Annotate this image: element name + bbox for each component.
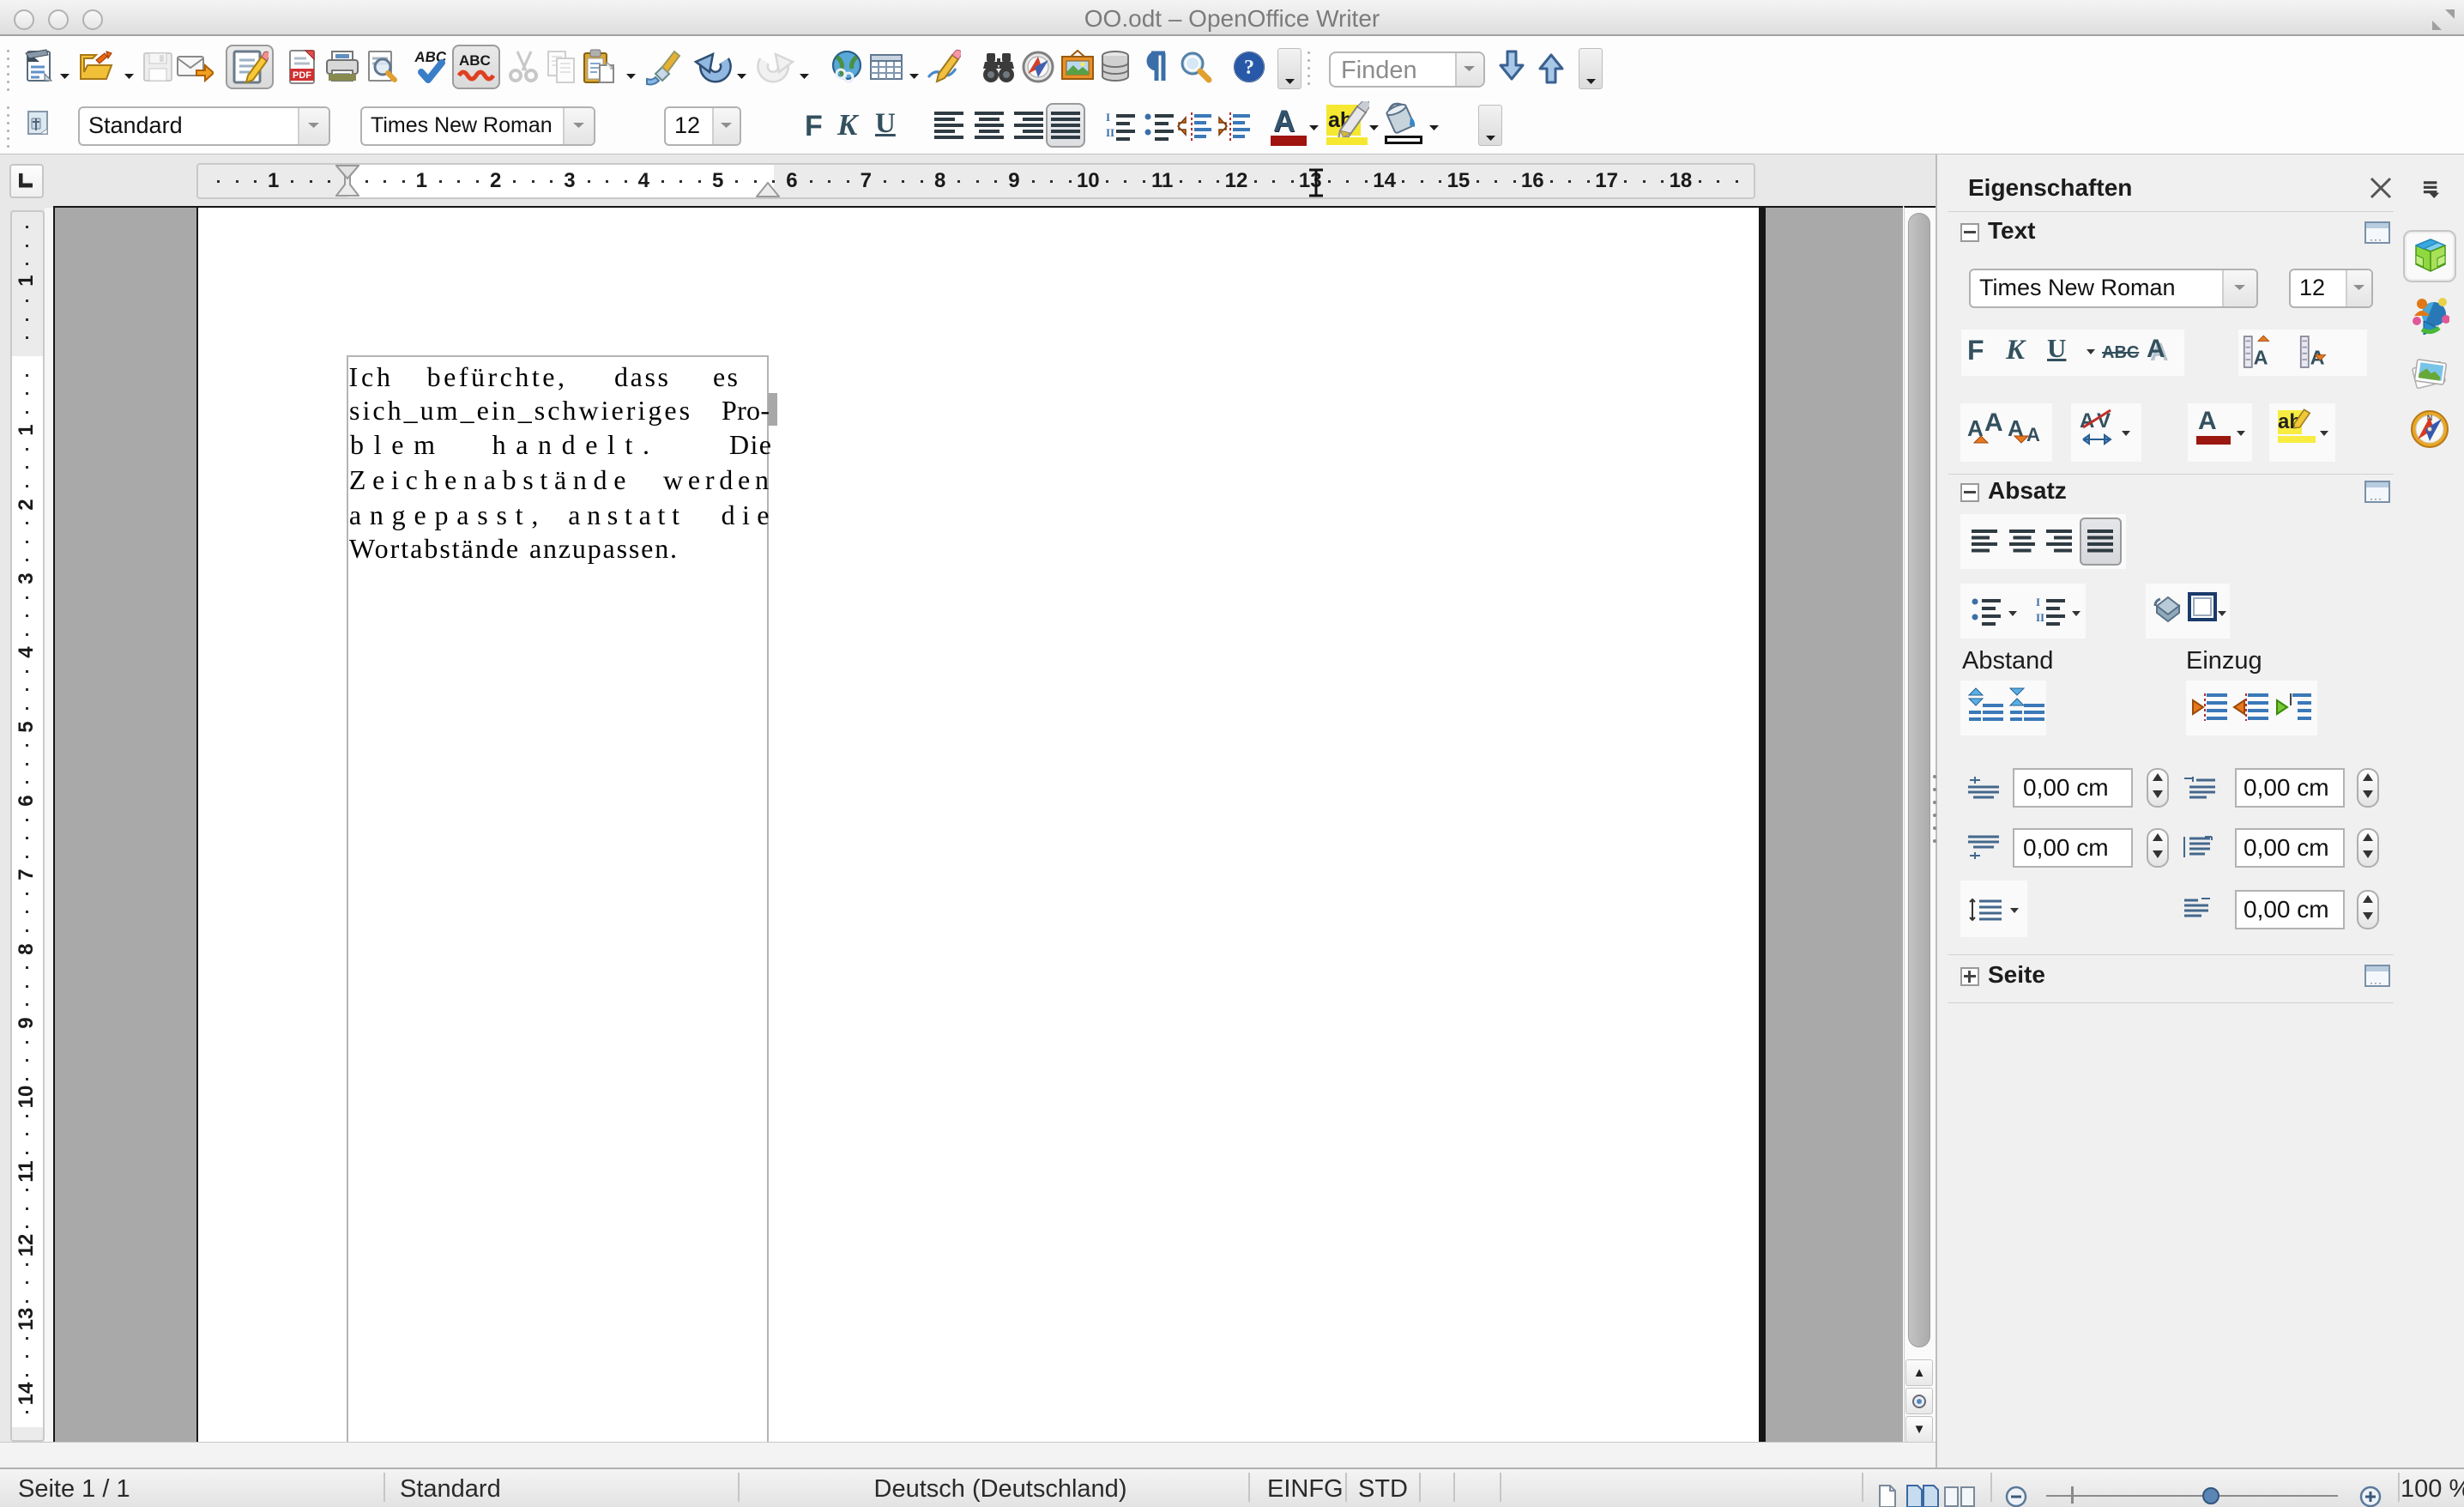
svg-text:I: I [2036, 596, 2040, 608]
svg-text:A: A [2026, 424, 2040, 445]
svg-text:A: A [1984, 409, 2003, 437]
svg-text:A: A [2254, 346, 2268, 368]
svg-text:I: I [1106, 111, 1110, 124]
svg-text:?: ? [1244, 57, 1254, 79]
svg-text:ABC: ABC [459, 52, 491, 69]
svg-text:II: II [1106, 126, 1114, 139]
svg-text:PDF: PDF [293, 70, 311, 81]
svg-text:II: II [2036, 611, 2044, 624]
